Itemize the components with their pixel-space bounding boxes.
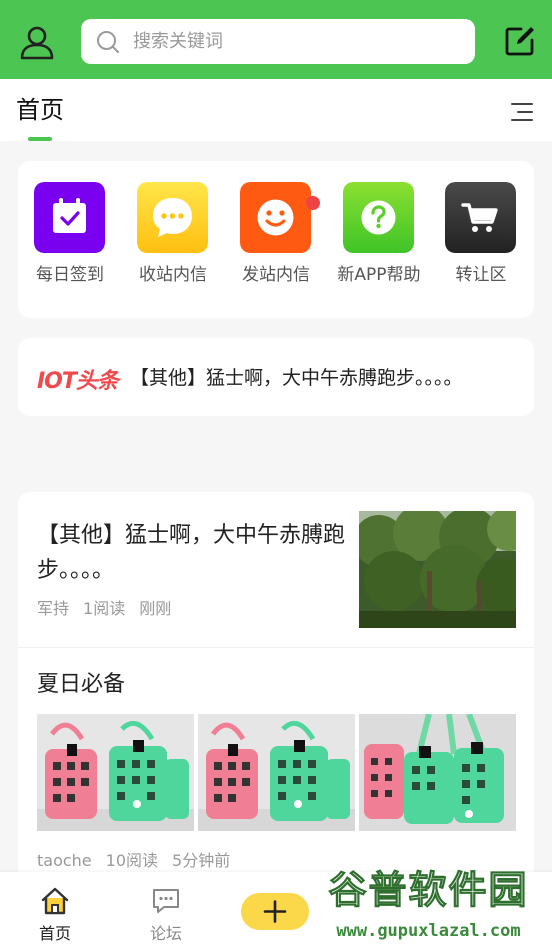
quick-link-label: 每日签到 — [36, 265, 104, 285]
quick-link-label: 转让区 — [455, 265, 507, 285]
smiley-icon — [240, 182, 311, 253]
search-icon — [97, 31, 119, 53]
page-title[interactable]: 首页 — [16, 96, 64, 124]
watermark: 谷普软件园 www.gupuxlazal.com — [305, 864, 552, 951]
chat-bubble-icon — [137, 182, 208, 253]
forum-icon — [153, 889, 179, 913]
post-image[interactable] — [37, 714, 194, 831]
menu-icon[interactable] — [510, 101, 534, 123]
user-profile-icon[interactable] — [18, 24, 56, 62]
post-image[interactable] — [198, 714, 355, 831]
iot-headline-logo: IOT头条 — [37, 369, 119, 391]
compose-icon[interactable] — [504, 25, 536, 57]
post-reads: 1阅读 — [83, 599, 126, 618]
post-meta: 军持 1阅读 刚刚 — [37, 598, 185, 620]
feed-card: 【其他】猛士啊，大中午赤膊跑步。。。。 军持 1阅读 刚刚 夏日必备 taoch… — [18, 492, 534, 872]
quick-link-daily-checkin[interactable]: 每日签到 — [20, 182, 120, 292]
post-title[interactable]: 夏日必备 — [37, 670, 125, 700]
post-time: 5分钟前 — [172, 851, 231, 870]
nav-forum[interactable]: 论坛 — [126, 872, 206, 951]
post-author: taoche — [37, 851, 92, 870]
question-icon — [343, 182, 414, 253]
quick-link-app-help[interactable]: 新APP帮助 — [329, 182, 429, 292]
post-reads: 10阅读 — [105, 851, 159, 870]
top-bar: 搜索关键词 — [0, 0, 552, 79]
post-meta: taoche 10阅读 5分钟前 — [37, 850, 244, 872]
cart-icon — [445, 182, 516, 253]
quick-link-label: 发站内信 — [242, 265, 310, 285]
post-thumbnail[interactable] — [359, 511, 516, 628]
nav-home[interactable]: 首页 — [15, 872, 95, 951]
new-post-button[interactable] — [241, 893, 309, 930]
post-image[interactable] — [359, 714, 516, 831]
post-title[interactable]: 【其他】猛士啊，大中午赤膊跑步。。。。 — [37, 518, 347, 588]
watermark-title: 谷普软件园 — [328, 868, 529, 913]
search-placeholder: 搜索关键词 — [133, 31, 223, 52]
post-time: 刚刚 — [139, 599, 172, 618]
home-icon — [41, 887, 69, 915]
quick-links-card: 每日签到 收站内信 发站内信 新APP帮助 转让区 — [18, 161, 534, 318]
title-row: 首页 — [0, 79, 552, 141]
nav-label: 论坛 — [149, 924, 182, 943]
plus-icon — [263, 900, 287, 923]
search-input[interactable]: 搜索关键词 — [81, 19, 475, 64]
post-author: 军持 — [37, 599, 70, 618]
watermark-url: www.gupuxlazal.com — [336, 921, 521, 941]
quick-link-send-message[interactable]: 发站内信 — [226, 182, 326, 292]
divider — [18, 647, 534, 648]
headline-text[interactable]: 【其他】猛士啊，大中午赤膊跑步。。。。 — [130, 365, 522, 391]
quick-link-label: 收站内信 — [139, 265, 207, 285]
headline-ticker[interactable]: IOT头条 【其他】猛士啊，大中午赤膊跑步。。。。 — [18, 338, 534, 416]
active-tab-indicator — [28, 137, 52, 141]
calendar-check-icon — [34, 182, 105, 253]
quick-link-transfer[interactable]: 转让区 — [431, 182, 531, 292]
nav-label: 首页 — [38, 924, 71, 943]
notification-dot — [306, 196, 320, 210]
quick-link-inbox[interactable]: 收站内信 — [123, 182, 223, 292]
